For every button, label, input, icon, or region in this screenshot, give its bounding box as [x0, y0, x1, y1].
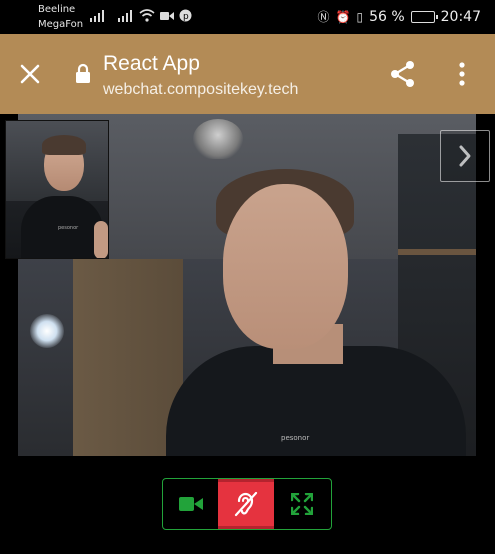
remote-person-head	[223, 184, 348, 349]
room-lamp	[30, 314, 64, 348]
lock-icon	[76, 63, 90, 83]
clock: 20:47	[440, 8, 481, 25]
close-icon[interactable]	[18, 62, 42, 86]
carrier-2: MegaFon	[38, 19, 84, 30]
battery-icon	[410, 10, 438, 23]
svg-text:p: p	[183, 12, 189, 22]
room-shelf	[398, 249, 476, 255]
toggle-video-button[interactable]	[163, 479, 219, 529]
control-group	[162, 478, 332, 530]
page-title: React App	[103, 52, 200, 75]
next-button[interactable]	[440, 130, 490, 182]
chevron-right-icon	[459, 145, 471, 167]
video-area: pesonor pesonor	[0, 114, 495, 466]
carrier-1: Beeline	[38, 4, 76, 15]
video-record-icon	[160, 12, 174, 20]
call-controls	[0, 466, 495, 554]
carrier-names: Beeline MegaFon	[38, 2, 83, 32]
battery-percent: 56 %	[369, 8, 405, 25]
self-video[interactable]: pesonor	[5, 120, 109, 259]
browser-toolbar: React App webchat.compositekey.tech	[0, 34, 495, 114]
page-url[interactable]: webchat.compositekey.tech	[103, 79, 298, 101]
signal-icon	[90, 10, 106, 22]
ceiling-light	[193, 119, 243, 159]
fullscreen-icon	[291, 493, 313, 515]
self-person-hair	[42, 135, 86, 155]
self-person-arm	[94, 221, 108, 258]
shirt-label: pesonor	[281, 434, 310, 442]
share-icon[interactable]	[389, 60, 417, 88]
toggle-audio-button[interactable]	[218, 479, 274, 529]
vibrate-icon: ▯	[356, 9, 364, 24]
wifi-icon	[139, 9, 155, 22]
pinterest-icon: p	[179, 9, 192, 22]
status-bar: Beeline MegaFon p Ⓝ ⏰ ▯ 56 % 20:47	[0, 0, 495, 34]
status-right: Ⓝ ⏰ ▯ 56 % 20:47	[317, 8, 481, 25]
hearing-off-icon	[234, 491, 258, 517]
fullscreen-button[interactable]	[274, 479, 330, 529]
alarm-icon: ⏰	[335, 9, 351, 24]
more-vert-icon[interactable]	[455, 61, 469, 87]
nfc-icon: Ⓝ	[317, 10, 330, 24]
signal-icon	[118, 10, 134, 22]
self-shirt-label: pesonor	[58, 225, 79, 231]
video-camera-icon	[179, 497, 203, 511]
